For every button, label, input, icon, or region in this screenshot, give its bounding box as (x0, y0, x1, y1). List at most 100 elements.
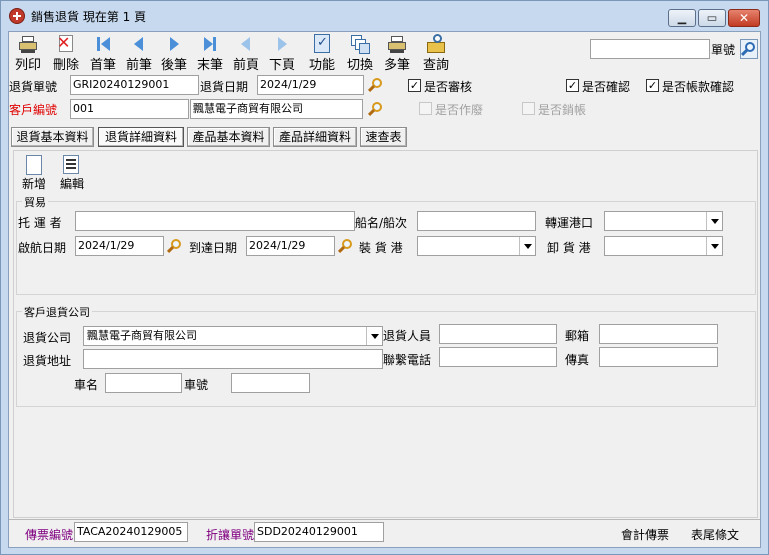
car-no-input[interactable] (231, 373, 310, 393)
confirm-checkbox[interactable]: ✓ (566, 79, 579, 92)
confirm-label: 是否確認 (582, 80, 631, 94)
loading-port-select[interactable] (417, 236, 536, 256)
fax-input[interactable] (599, 347, 718, 367)
first-icon (93, 34, 113, 54)
voucher-no-label: 傳票編號 (25, 528, 74, 542)
return-company-value: 飄慧電子商貿有限公司 (87, 329, 197, 342)
phone-input[interactable] (439, 347, 557, 367)
voucher-no-input[interactable]: TACA20240129005 (74, 522, 188, 542)
next-record-button[interactable]: 後筆 (157, 34, 191, 73)
multi-record-button[interactable]: 多筆 (380, 34, 414, 73)
add-button[interactable]: 新增 (18, 155, 50, 193)
title-bar: 銷售退貨 現在第 1 頁 ▁ ▭ ✕ (1, 1, 768, 31)
window-title: 銷售退貨 現在第 1 頁 (31, 9, 147, 24)
vessel-label: 船名/船次 (355, 216, 408, 230)
customer-no-label: 客戶編號 (9, 103, 58, 117)
customer-lookup-icon[interactable] (367, 101, 384, 117)
car-name-input[interactable] (105, 373, 182, 393)
chevron-down-icon (519, 237, 535, 255)
first-label: 首筆 (89, 58, 116, 73)
next-page-icon (272, 34, 292, 54)
new-document-icon (26, 155, 42, 175)
return-date-input[interactable]: 2024/1/29 (257, 75, 364, 95)
tab-return-detail[interactable]: 退貨詳細資料 (98, 127, 184, 147)
tab-product-detail[interactable]: 產品詳細資料 (273, 127, 357, 147)
edit-label: 編輯 (59, 177, 84, 191)
arrive-date-label: 到達日期 (189, 241, 238, 255)
unloading-port-select[interactable] (604, 236, 723, 256)
return-date-label: 退貨日期 (200, 80, 249, 94)
payment-confirm-label: 是否帳款確認 (662, 80, 735, 94)
minimize-icon: ▁ (677, 11, 687, 25)
return-company-select[interactable]: 飄慧電子商貿有限公司 (83, 326, 383, 346)
edit-button[interactable]: 編輯 (56, 155, 88, 193)
carrier-input[interactable] (75, 211, 355, 231)
return-address-input[interactable] (83, 349, 383, 369)
search-icon (740, 41, 757, 57)
first-record-button[interactable]: 首筆 (86, 34, 120, 73)
delete-label: 刪除 (52, 58, 79, 73)
return-address-label: 退貨地址 (23, 354, 72, 368)
next-page-label: 下頁 (268, 58, 295, 73)
loading-port-label: 裝 貨 港 (359, 241, 403, 255)
order-no-search-input[interactable] (590, 39, 710, 59)
close-button[interactable]: ✕ (728, 9, 760, 27)
last-icon (200, 34, 220, 54)
return-company-label: 退貨公司 (23, 331, 72, 345)
arrive-date-input[interactable]: 2024/1/29 (246, 236, 335, 256)
multi-record-icon (387, 34, 407, 54)
return-person-input[interactable] (439, 324, 557, 344)
function-button[interactable]: ✓ 功能 (305, 34, 339, 73)
last-label: 末筆 (196, 58, 223, 73)
tab-quick-lookup[interactable]: 速查表 (360, 127, 407, 147)
allowance-no-input[interactable]: SDD20240129001 (254, 522, 384, 542)
customer-no-input[interactable]: 001 (70, 99, 189, 119)
customer-name-input[interactable]: 飄慧電子商貿有限公司 (190, 99, 363, 119)
tab-return-basic[interactable]: 退貨基本資料 (11, 127, 94, 147)
return-date-lookup-icon[interactable] (367, 77, 384, 93)
prev-record-button[interactable]: 前筆 (122, 34, 156, 73)
switch-icon (350, 34, 370, 54)
arrive-date-lookup-icon[interactable] (337, 238, 354, 254)
client-area: 列印 ✕ 刪除 首筆 前筆 後筆 末筆 前頁 下頁 ✓ 功能 切換 多筆 查詢 … (8, 31, 761, 548)
footer-text-link[interactable]: 表尾條文 (691, 526, 739, 543)
allowance-no-label: 折讓單號 (206, 528, 255, 542)
vessel-input[interactable] (417, 211, 536, 231)
postal-input[interactable] (599, 324, 718, 344)
printer-icon (18, 34, 38, 54)
minimize-button[interactable]: ▁ (668, 9, 696, 27)
order-no-search-button[interactable] (740, 39, 758, 59)
prev-page-button[interactable]: 前頁 (229, 34, 263, 73)
car-no-label: 車號 (184, 378, 209, 392)
last-record-button[interactable]: 末筆 (193, 34, 227, 73)
query-button[interactable]: 查詢 (419, 34, 453, 73)
function-icon: ✓ (312, 34, 332, 54)
next-page-button[interactable]: 下頁 (265, 34, 299, 73)
prev-page-label: 前頁 (232, 58, 259, 73)
chevron-down-icon (706, 212, 722, 230)
sail-date-lookup-icon[interactable] (166, 238, 183, 254)
print-label: 列印 (14, 58, 41, 73)
sail-date-input[interactable]: 2024/1/29 (75, 236, 164, 256)
tab-product-basic[interactable]: 產品基本資料 (187, 127, 270, 147)
order-no-label: 單號 (711, 43, 736, 57)
audit-label: 是否審核 (424, 80, 473, 94)
accounting-voucher-link[interactable]: 會計傳票 (621, 526, 669, 543)
transit-port-label: 轉運港口 (545, 216, 594, 230)
print-button[interactable]: 列印 (11, 34, 45, 73)
main-window: 銷售退貨 現在第 1 頁 ▁ ▭ ✕ 列印 ✕ 刪除 首筆 前筆 後筆 末筆 前… (0, 0, 769, 555)
maximize-button[interactable]: ▭ (698, 9, 726, 27)
transit-port-select[interactable] (604, 211, 723, 231)
chevron-down-icon (366, 327, 382, 345)
switch-label: 切換 (346, 58, 373, 73)
audit-checkbox[interactable]: ✓ (408, 79, 421, 92)
return-detail-panel: 新增 編輯 貿易 托 運 者 船名/船次 轉運港口 啟航日期 2024/1/29… (13, 150, 758, 518)
payment-confirm-checkbox[interactable]: ✓ (646, 79, 659, 92)
return-no-input[interactable]: GRI20240129001 (70, 75, 199, 95)
prev-page-icon (236, 34, 256, 54)
chevron-down-icon (706, 237, 722, 255)
trade-group-title: 貿易 (22, 194, 48, 210)
prev-icon (129, 34, 149, 54)
delete-button[interactable]: ✕ 刪除 (49, 34, 83, 74)
switch-button[interactable]: 切換 (343, 34, 377, 73)
